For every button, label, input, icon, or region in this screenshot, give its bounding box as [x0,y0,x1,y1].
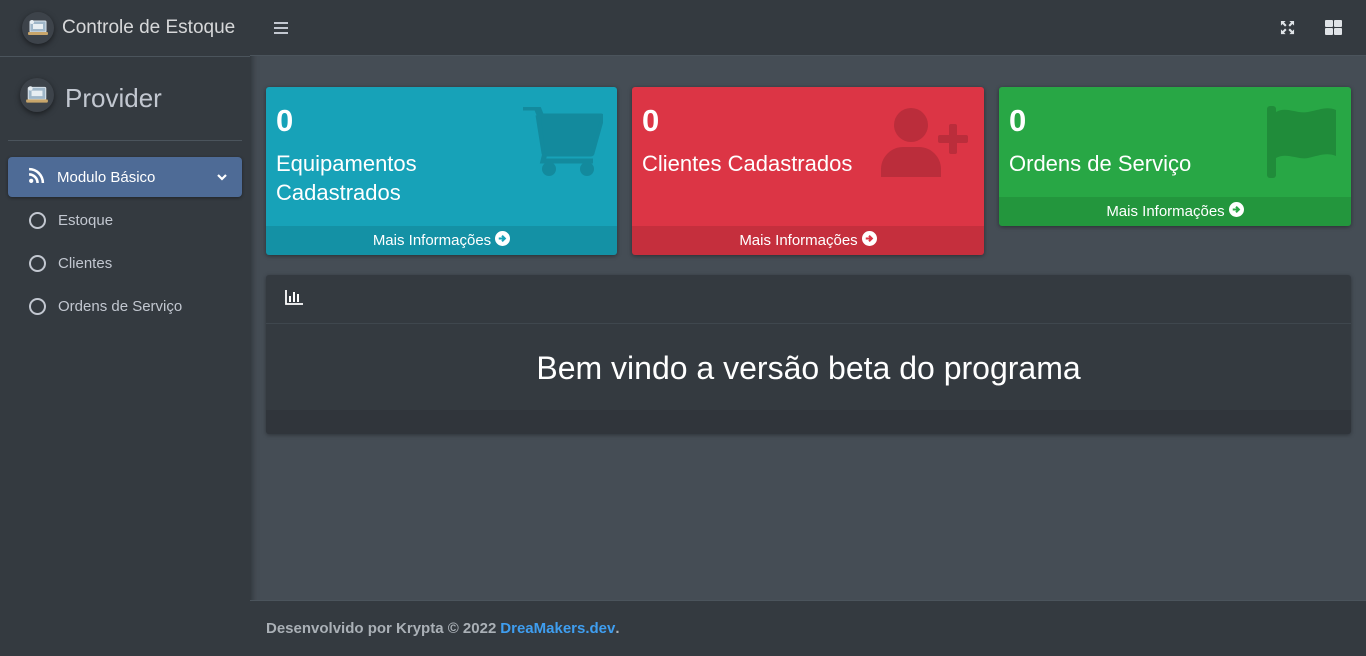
ordens-title: Ordens de Serviço [1009,151,1192,176]
sidebar: Controle de Estoque Provider Modulo Bási… [0,0,250,656]
grid-icon[interactable] [1325,20,1342,40]
sidebar-item-estoque[interactable]: Estoque [8,200,242,240]
top-navbar [250,0,1366,56]
small-box-equipamentos: 0 Equipamentos Cadastrados Mais Informaç… [266,87,617,255]
equipamentos-count: 0 [276,103,294,138]
brand-link[interactable]: Controle de Estoque [0,0,250,57]
chevron-down-icon [216,170,228,187]
small-box-clientes: 0 Clientes Cadastrados Mais Informações [632,87,984,255]
sidebar-item-label: Clientes [58,254,113,272]
welcome-message: Bem vindo a versão beta do programa [536,349,1081,386]
circle-icon [29,297,46,315]
more-info-label: Mais Informações [739,232,858,249]
welcome-card-header [266,275,1351,324]
sidebar-item-clientes[interactable]: Clientes [8,243,242,283]
clientes-more-info-link[interactable]: Mais Informações [632,226,984,255]
page-footer: Desenvolvido por Krypta © 2022 DreaMaker… [250,600,1366,656]
circle-icon [29,254,46,272]
menu-icon[interactable] [274,21,288,40]
brand-logo-icon [22,12,54,44]
ordens-count: 0 [1009,103,1027,138]
footer-link[interactable]: DreaMakers.dev [500,620,615,637]
chart-bar-icon [285,290,303,310]
footer-text: Desenvolvido por Krypta © 2022 [266,620,497,637]
arrow-circle-right-icon [861,231,877,250]
more-info-label: Mais Informações [1106,203,1225,220]
welcome-card-footer [266,410,1351,434]
rss-icon [28,167,45,188]
sidebar-item-ordens-servico[interactable]: Ordens de Serviço [8,286,242,326]
more-info-label: Mais Informações [372,232,492,249]
user-panel[interactable]: Provider [8,57,242,141]
shopping-cart-icon [523,103,605,182]
sidebar-item-modulo-basico[interactable]: Modulo Básico [8,157,242,197]
ordens-more-info-link[interactable]: Mais Informações [999,197,1351,226]
footer-suffix: . [615,620,620,637]
brand-title: Controle de Estoque [62,17,236,38]
clientes-title: Clientes Cadastrados [642,151,853,176]
clientes-count: 0 [642,103,660,138]
equipamentos-title: Equipamentos Cadastrados [276,151,417,205]
fullscreen-icon[interactable] [1280,20,1295,40]
sidebar-item-label: Modulo Básico [57,168,156,186]
user-avatar [20,77,54,112]
sidebar-item-label: Estoque [58,211,114,229]
welcome-card: Bem vindo a versão beta do programa [266,275,1351,434]
sidebar-item-label: Ordens de Serviço [58,297,183,315]
equipamentos-more-info-link[interactable]: Mais Informações [266,226,617,255]
user-name: Provider [65,83,162,113]
flag-icon [1267,106,1337,183]
small-box-ordens: 0 Ordens de Serviço Mais Informações [999,87,1351,226]
sidebar-nav: Modulo Básico Estoque Clientes Ordens de… [0,141,250,326]
circle-icon [29,211,46,229]
arrow-circle-right-icon [1228,202,1244,221]
user-plus-icon [880,107,970,182]
arrow-circle-right-icon [495,231,511,250]
